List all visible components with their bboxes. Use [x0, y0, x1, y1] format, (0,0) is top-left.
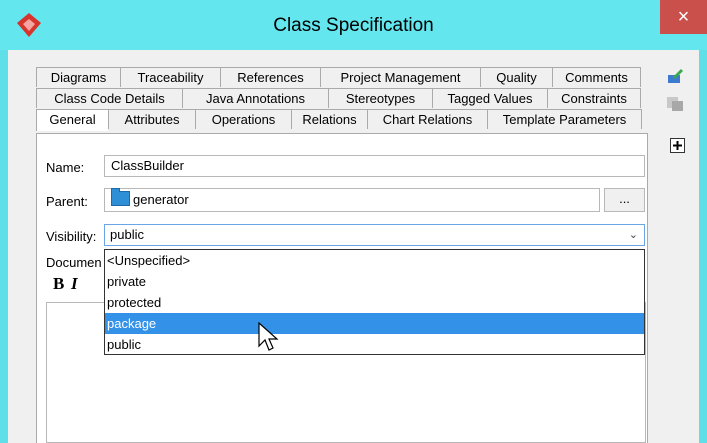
close-button[interactable]: × [660, 0, 707, 34]
tab-operations[interactable]: Operations [195, 109, 291, 129]
tab-project-management[interactable]: Project Management [320, 67, 480, 87]
parent-value: generator [133, 192, 189, 207]
folder-icon [111, 188, 130, 206]
visibility-dropdown: <Unspecified> private protected package … [104, 249, 645, 355]
tab-diagrams[interactable]: Diagrams [36, 67, 120, 87]
tab-java-annotations[interactable]: Java Annotations [182, 88, 328, 108]
title-bar: Class Specification × [0, 0, 707, 50]
browse-parent-button[interactable]: ... [604, 188, 645, 212]
tab-chart-relations[interactable]: Chart Relations [367, 109, 487, 129]
tab-references[interactable]: References [220, 67, 320, 87]
italic-button[interactable]: I [71, 274, 78, 294]
name-label: Name: [46, 160, 85, 175]
tab-quality[interactable]: Quality [480, 67, 552, 87]
tab-stereotypes[interactable]: Stereotypes [328, 88, 432, 108]
window-title: Class Specification [273, 15, 434, 36]
mouse-cursor-icon [258, 322, 279, 351]
documentation-label: Documen [46, 255, 102, 270]
tab-tagged-values[interactable]: Tagged Values [432, 88, 547, 108]
tab-constraints[interactable]: Constraints [547, 88, 641, 108]
tab-row-1: Diagrams Traceability References Project… [36, 67, 641, 87]
option-unspecified[interactable]: <Unspecified> [105, 250, 644, 271]
name-field[interactable]: ClassBuilder [104, 155, 645, 177]
chevron-down-icon: ⌄ [628, 229, 638, 241]
parent-label: Parent: [46, 194, 88, 209]
bold-button[interactable]: B [53, 274, 64, 294]
tab-class-code-details[interactable]: Class Code Details [36, 88, 182, 108]
option-protected[interactable]: protected [105, 292, 644, 313]
edit-icon[interactable] [666, 68, 684, 84]
tab-traceability[interactable]: Traceability [120, 67, 220, 87]
visibility-value: public [110, 227, 144, 242]
copy-icon[interactable] [666, 96, 684, 112]
tab-comments[interactable]: Comments [552, 67, 641, 87]
tab-row-3: General Attributes Operations Relations … [36, 109, 642, 131]
add-icon[interactable] [670, 138, 685, 153]
tab-template-parameters[interactable]: Template Parameters [487, 109, 642, 129]
tab-row-2: Class Code Details Java Annotations Ster… [36, 88, 641, 108]
option-public[interactable]: public [105, 334, 644, 355]
tab-attributes[interactable]: Attributes [108, 109, 195, 129]
tab-relations[interactable]: Relations [291, 109, 367, 129]
visibility-select[interactable]: public ⌄ [104, 224, 645, 246]
option-private[interactable]: private [105, 271, 644, 292]
parent-field[interactable]: generator [104, 188, 600, 212]
tab-general[interactable]: General [36, 109, 108, 131]
option-package[interactable]: package [105, 313, 644, 334]
visibility-label: Visibility: [46, 229, 97, 244]
